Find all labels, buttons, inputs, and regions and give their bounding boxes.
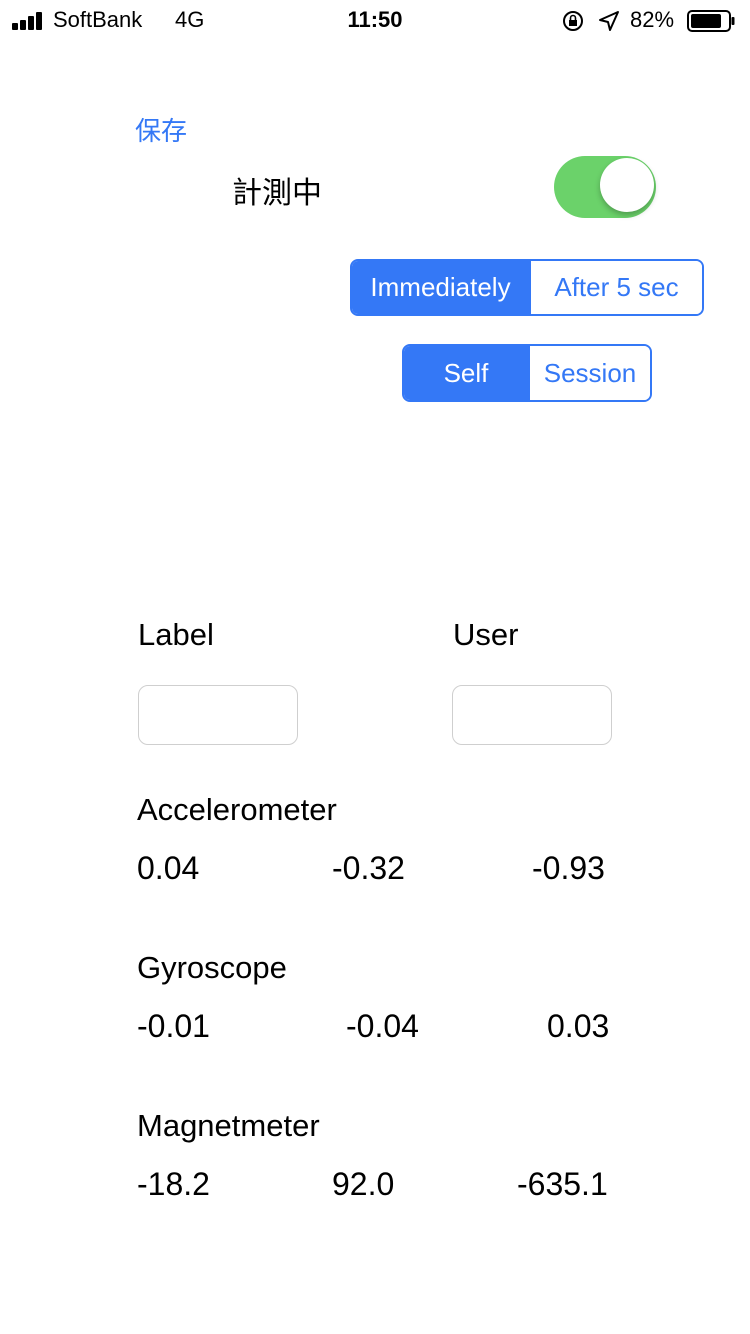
gyroscope-z-value: 0.03 bbox=[547, 1008, 610, 1044]
segment-after-5-sec[interactable]: After 5 sec bbox=[529, 261, 702, 314]
magnetometer-y-value: 92.0 bbox=[332, 1166, 395, 1202]
accelerometer-x-value: 0.04 bbox=[137, 850, 200, 886]
orientation-lock-icon bbox=[563, 11, 583, 31]
segment-self[interactable]: Self bbox=[404, 346, 528, 400]
status-bar: SoftBank 4G 11:50 82% bbox=[0, 0, 750, 40]
gyroscope-title: Gyroscope bbox=[137, 950, 287, 985]
label-input[interactable] bbox=[138, 685, 298, 745]
segment-session[interactable]: Session bbox=[528, 346, 650, 400]
location-arrow-icon bbox=[599, 11, 619, 31]
measuring-toggle[interactable] bbox=[554, 156, 656, 218]
toggle-knob bbox=[600, 158, 654, 212]
battery-percent: 82% bbox=[630, 7, 675, 32]
label-field-title: Label bbox=[138, 617, 214, 652]
user-field-title: User bbox=[453, 617, 519, 652]
accelerometer-title: Accelerometer bbox=[137, 792, 337, 827]
battery-icon bbox=[687, 10, 735, 32]
magnetometer-title: Magnetmeter bbox=[137, 1108, 320, 1143]
magnetometer-z-value: -635.1 bbox=[517, 1166, 608, 1202]
save-button[interactable]: 保存 bbox=[135, 111, 187, 148]
mode-segmented-control: Self Session bbox=[402, 344, 652, 402]
gyroscope-x-value: -0.01 bbox=[137, 1008, 210, 1044]
user-input[interactable] bbox=[452, 685, 612, 745]
accelerometer-z-value: -0.93 bbox=[532, 850, 605, 886]
magnetometer-x-value: -18.2 bbox=[137, 1166, 210, 1202]
gyroscope-y-value: -0.04 bbox=[346, 1008, 419, 1044]
measuring-label: 計測中 bbox=[232, 177, 322, 210]
segment-immediately[interactable]: Immediately bbox=[352, 261, 529, 314]
timing-segmented-control: Immediately After 5 sec bbox=[350, 259, 704, 316]
accelerometer-y-value: -0.32 bbox=[332, 850, 405, 886]
